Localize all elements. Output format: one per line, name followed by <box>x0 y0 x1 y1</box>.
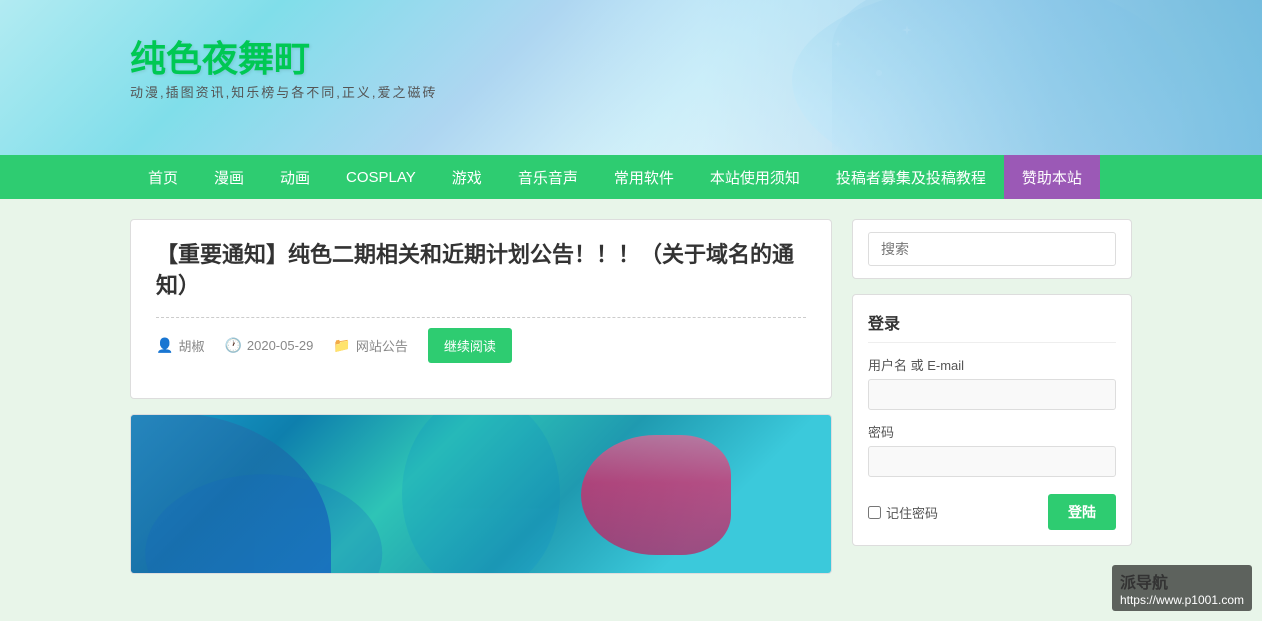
login-box: 登录 用户名 或 E-mail 密码 记住密码 登陆 <box>852 294 1132 546</box>
username-label: 用户名 或 E-mail <box>868 355 1116 374</box>
article-meta-1: 👤 胡椒 🕐 2020-05-29 📁 网站公告 继续阅读 <box>156 328 806 363</box>
category-meta: 📁 网站公告 <box>333 336 407 355</box>
nav-contribute[interactable]: 投稿者募集及投稿教程 <box>818 155 1004 199</box>
nav-anime[interactable]: 动画 <box>262 155 328 199</box>
header-banner: 纯色夜舞町 动漫,插图资讯,知乐榜与各不同,正义,爱之磁砖 <box>0 0 1262 155</box>
sidebar: 登录 用户名 或 E-mail 密码 记住密码 登陆 <box>852 219 1132 574</box>
author-meta: 👤 胡椒 <box>156 336 204 355</box>
content-area: 【重要通知】纯色二期相关和近期计划公告！！！（关于域名的通知） 👤 胡椒 🕐 2… <box>130 219 832 574</box>
login-title: 登录 <box>868 310 1116 343</box>
nav-items: 首页 漫画 动画 COSPLAY 游戏 音乐音声 常用软件 本站使用须知 投稿者… <box>130 155 1100 199</box>
site-title: 纯色夜舞町 <box>130 30 310 82</box>
remember-row: 记住密码 登陆 <box>868 494 1116 530</box>
search-input[interactable] <box>868 232 1116 266</box>
nav-guide[interactable]: 本站使用须知 <box>692 155 818 199</box>
date-meta: 🕐 2020-05-29 <box>224 337 313 354</box>
nav-games[interactable]: 游戏 <box>434 155 500 199</box>
author-icon: 👤 <box>156 337 173 354</box>
article-category: 网站公告 <box>356 336 408 355</box>
article-date: 2020-05-29 <box>247 338 314 353</box>
article-image-preview <box>131 415 831 573</box>
watermark: 派导航 https://www.p1001.com <box>1112 565 1252 611</box>
article-divider <box>156 317 806 318</box>
watermark-title: 派导航 <box>1120 569 1244 593</box>
navigation: 首页 漫画 动画 COSPLAY 游戏 音乐音声 常用软件 本站使用须知 投稿者… <box>0 155 1262 199</box>
remember-checkbox[interactable] <box>868 506 881 519</box>
remember-label[interactable]: 记住密码 <box>868 503 938 522</box>
main-container: 【重要通知】纯色二期相关和近期计划公告！！！（关于域名的通知） 👤 胡椒 🕐 2… <box>0 199 1262 594</box>
nav-sponsor[interactable]: 赞助本站 <box>1004 155 1100 199</box>
article-title-1: 【重要通知】纯色二期相关和近期计划公告！！！（关于域名的通知） <box>156 240 806 302</box>
password-input[interactable] <box>868 446 1116 477</box>
article-card-2 <box>130 414 832 574</box>
login-button[interactable]: 登陆 <box>1048 494 1116 530</box>
nav-home[interactable]: 首页 <box>130 155 196 199</box>
username-input[interactable] <box>868 379 1116 410</box>
remember-text: 记住密码 <box>886 503 938 522</box>
nav-music[interactable]: 音乐音声 <box>500 155 596 199</box>
author-name: 胡椒 <box>178 336 204 355</box>
clock-icon: 🕐 <box>224 337 241 354</box>
read-more-button[interactable]: 继续阅读 <box>428 328 512 363</box>
watermark-url: https://www.p1001.com <box>1120 593 1244 607</box>
banner-decoration <box>562 0 1262 155</box>
image-decoration-svg <box>131 415 831 573</box>
password-label: 密码 <box>868 422 1116 441</box>
nav-software[interactable]: 常用软件 <box>596 155 692 199</box>
search-box <box>852 219 1132 279</box>
nav-manga[interactable]: 漫画 <box>196 155 262 199</box>
nav-cosplay[interactable]: COSPLAY <box>328 155 434 199</box>
folder-icon: 📁 <box>333 337 350 354</box>
site-subtitle: 动漫,插图资讯,知乐榜与各不同,正义,爱之磁砖 <box>130 82 437 101</box>
article-card-1: 【重要通知】纯色二期相关和近期计划公告！！！（关于域名的通知） 👤 胡椒 🕐 2… <box>130 219 832 399</box>
